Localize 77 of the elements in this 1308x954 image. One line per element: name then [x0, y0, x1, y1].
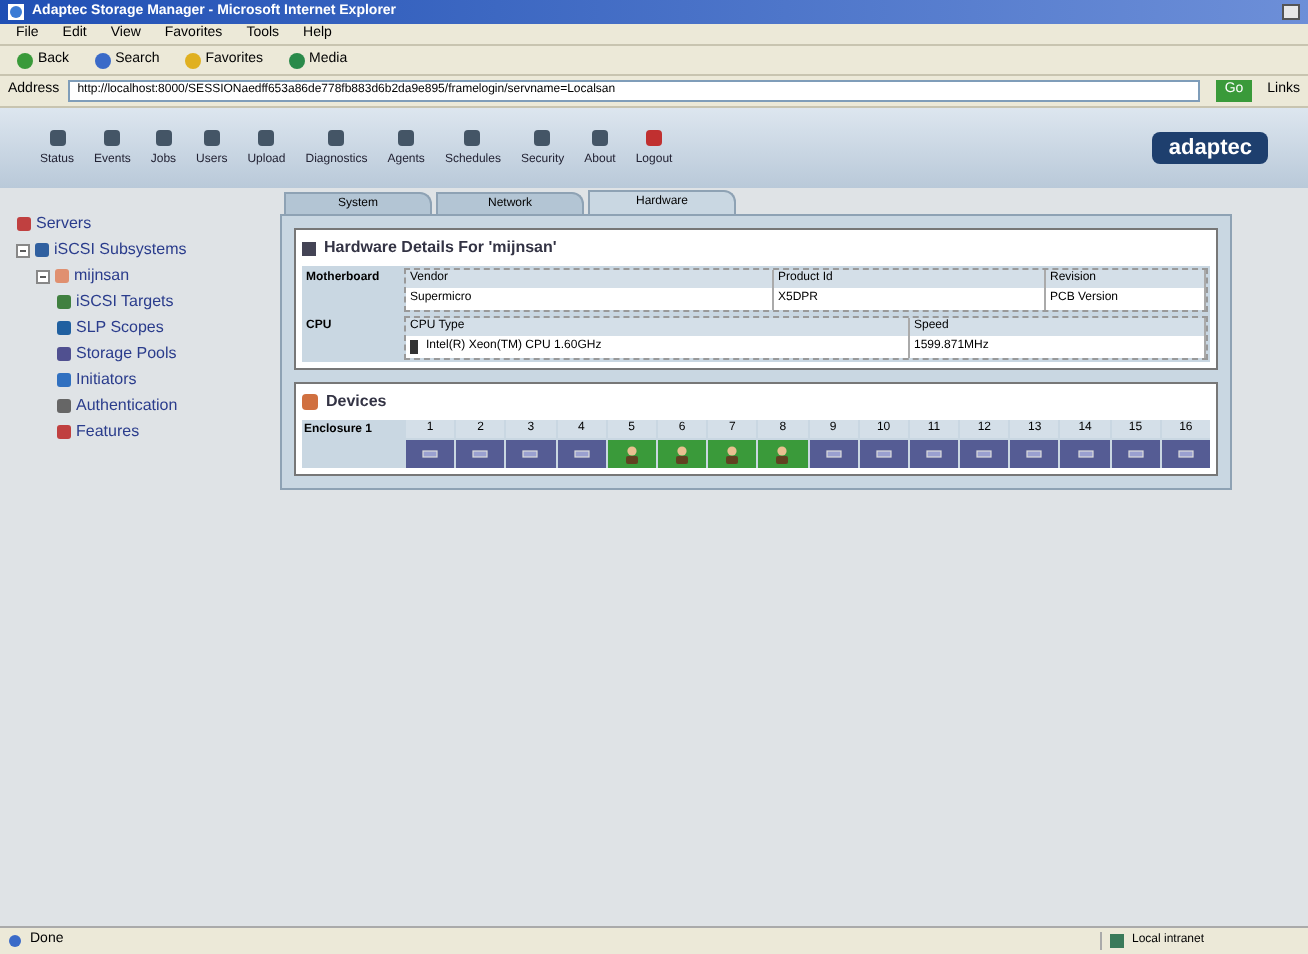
drive-slot[interactable]: [859, 440, 908, 468]
figure-icon: [774, 445, 791, 463]
drive-icon: [573, 450, 590, 458]
tree-item[interactable]: iSCSI Targets: [76, 290, 174, 314]
devices-icon: [302, 394, 318, 410]
drive-slot[interactable]: [406, 440, 455, 468]
tree-item[interactable]: SLP Scopes: [76, 316, 164, 340]
drive-slot[interactable]: [809, 440, 858, 468]
tree-node-icon: [56, 320, 72, 336]
tool-icon: [462, 127, 483, 147]
page-icon: [8, 934, 22, 948]
tool-icon: [201, 127, 222, 147]
drive-icon: [1077, 450, 1094, 458]
logo: adaptec: [1152, 131, 1268, 165]
toolbar-icon: [93, 51, 112, 69]
tool-icon: [47, 127, 67, 147]
drive-slot[interactable]: [758, 440, 807, 468]
collapse-icon[interactable]: [36, 269, 50, 283]
drive-icon: [522, 450, 539, 458]
drive-icon: [422, 450, 439, 458]
tool-icon: [590, 127, 610, 147]
processor-icon: [410, 340, 418, 354]
tree-node-icon: [56, 346, 72, 362]
tree-item[interactable]: Servers: [36, 212, 92, 236]
drive-icon: [1127, 450, 1144, 458]
drive-icon: [875, 450, 892, 458]
drive-icon: [472, 450, 489, 458]
drive-slot[interactable]: [557, 440, 606, 468]
minimize-button[interactable]: [1282, 4, 1300, 20]
drive-slot[interactable]: [506, 440, 556, 468]
tree-item[interactable]: Authentication: [76, 394, 178, 418]
figure-icon: [623, 445, 640, 463]
drive-slot[interactable]: [1111, 440, 1160, 468]
tree-node-icon: [54, 268, 70, 284]
tree-item[interactable]: Initiators: [76, 368, 137, 392]
tree-node-icon: [56, 398, 72, 414]
section-title: Hardware Details For 'mijnsan': [324, 236, 557, 260]
drive-slot[interactable]: [1010, 440, 1059, 468]
toolbar-icon: [287, 51, 306, 69]
tool-icon: [532, 127, 553, 147]
tree-node-icon: [56, 424, 72, 440]
drive-icon: [976, 450, 993, 458]
tool-icon: [396, 127, 417, 147]
chip-icon: [302, 241, 316, 255]
drive-slot[interactable]: [909, 440, 959, 468]
tool-icon: [153, 127, 174, 147]
drive-icon: [1177, 450, 1194, 458]
drive-slot[interactable]: [708, 440, 757, 468]
tool-icon: [326, 127, 347, 147]
browser-icon: [8, 4, 24, 20]
figure-icon: [724, 445, 741, 463]
collapse-icon[interactable]: [16, 243, 30, 257]
tree-item[interactable]: mijnsan: [74, 264, 130, 288]
tool-icon: [256, 127, 277, 147]
tree-item[interactable]: Features: [76, 420, 140, 444]
toolbar-icon: [183, 51, 202, 69]
drive-slot[interactable]: [1060, 440, 1110, 468]
figure-icon: [674, 445, 691, 463]
tree-node-icon: [16, 216, 32, 232]
drive-icon: [825, 450, 842, 458]
toolbar-icon: [16, 51, 34, 69]
tree-item[interactable]: Storage Pools: [76, 342, 177, 366]
drive-icon: [1026, 450, 1043, 458]
drive-slot[interactable]: [607, 440, 656, 468]
tool-icon: [102, 127, 123, 147]
drive-icon: [925, 450, 942, 458]
drive-slot[interactable]: [657, 440, 707, 468]
section-title: Devices: [326, 390, 387, 414]
tree-node-icon: [56, 372, 72, 388]
tool-icon: [644, 127, 665, 147]
tree-item[interactable]: iSCSI Subsystems: [54, 238, 187, 262]
drive-slot[interactable]: [960, 440, 1009, 468]
intranet-icon: [1110, 934, 1124, 948]
drive-slot[interactable]: [1161, 440, 1210, 468]
tree-node-icon: [56, 294, 72, 310]
drive-slot[interactable]: [456, 440, 505, 468]
tree-node-icon: [34, 242, 50, 258]
